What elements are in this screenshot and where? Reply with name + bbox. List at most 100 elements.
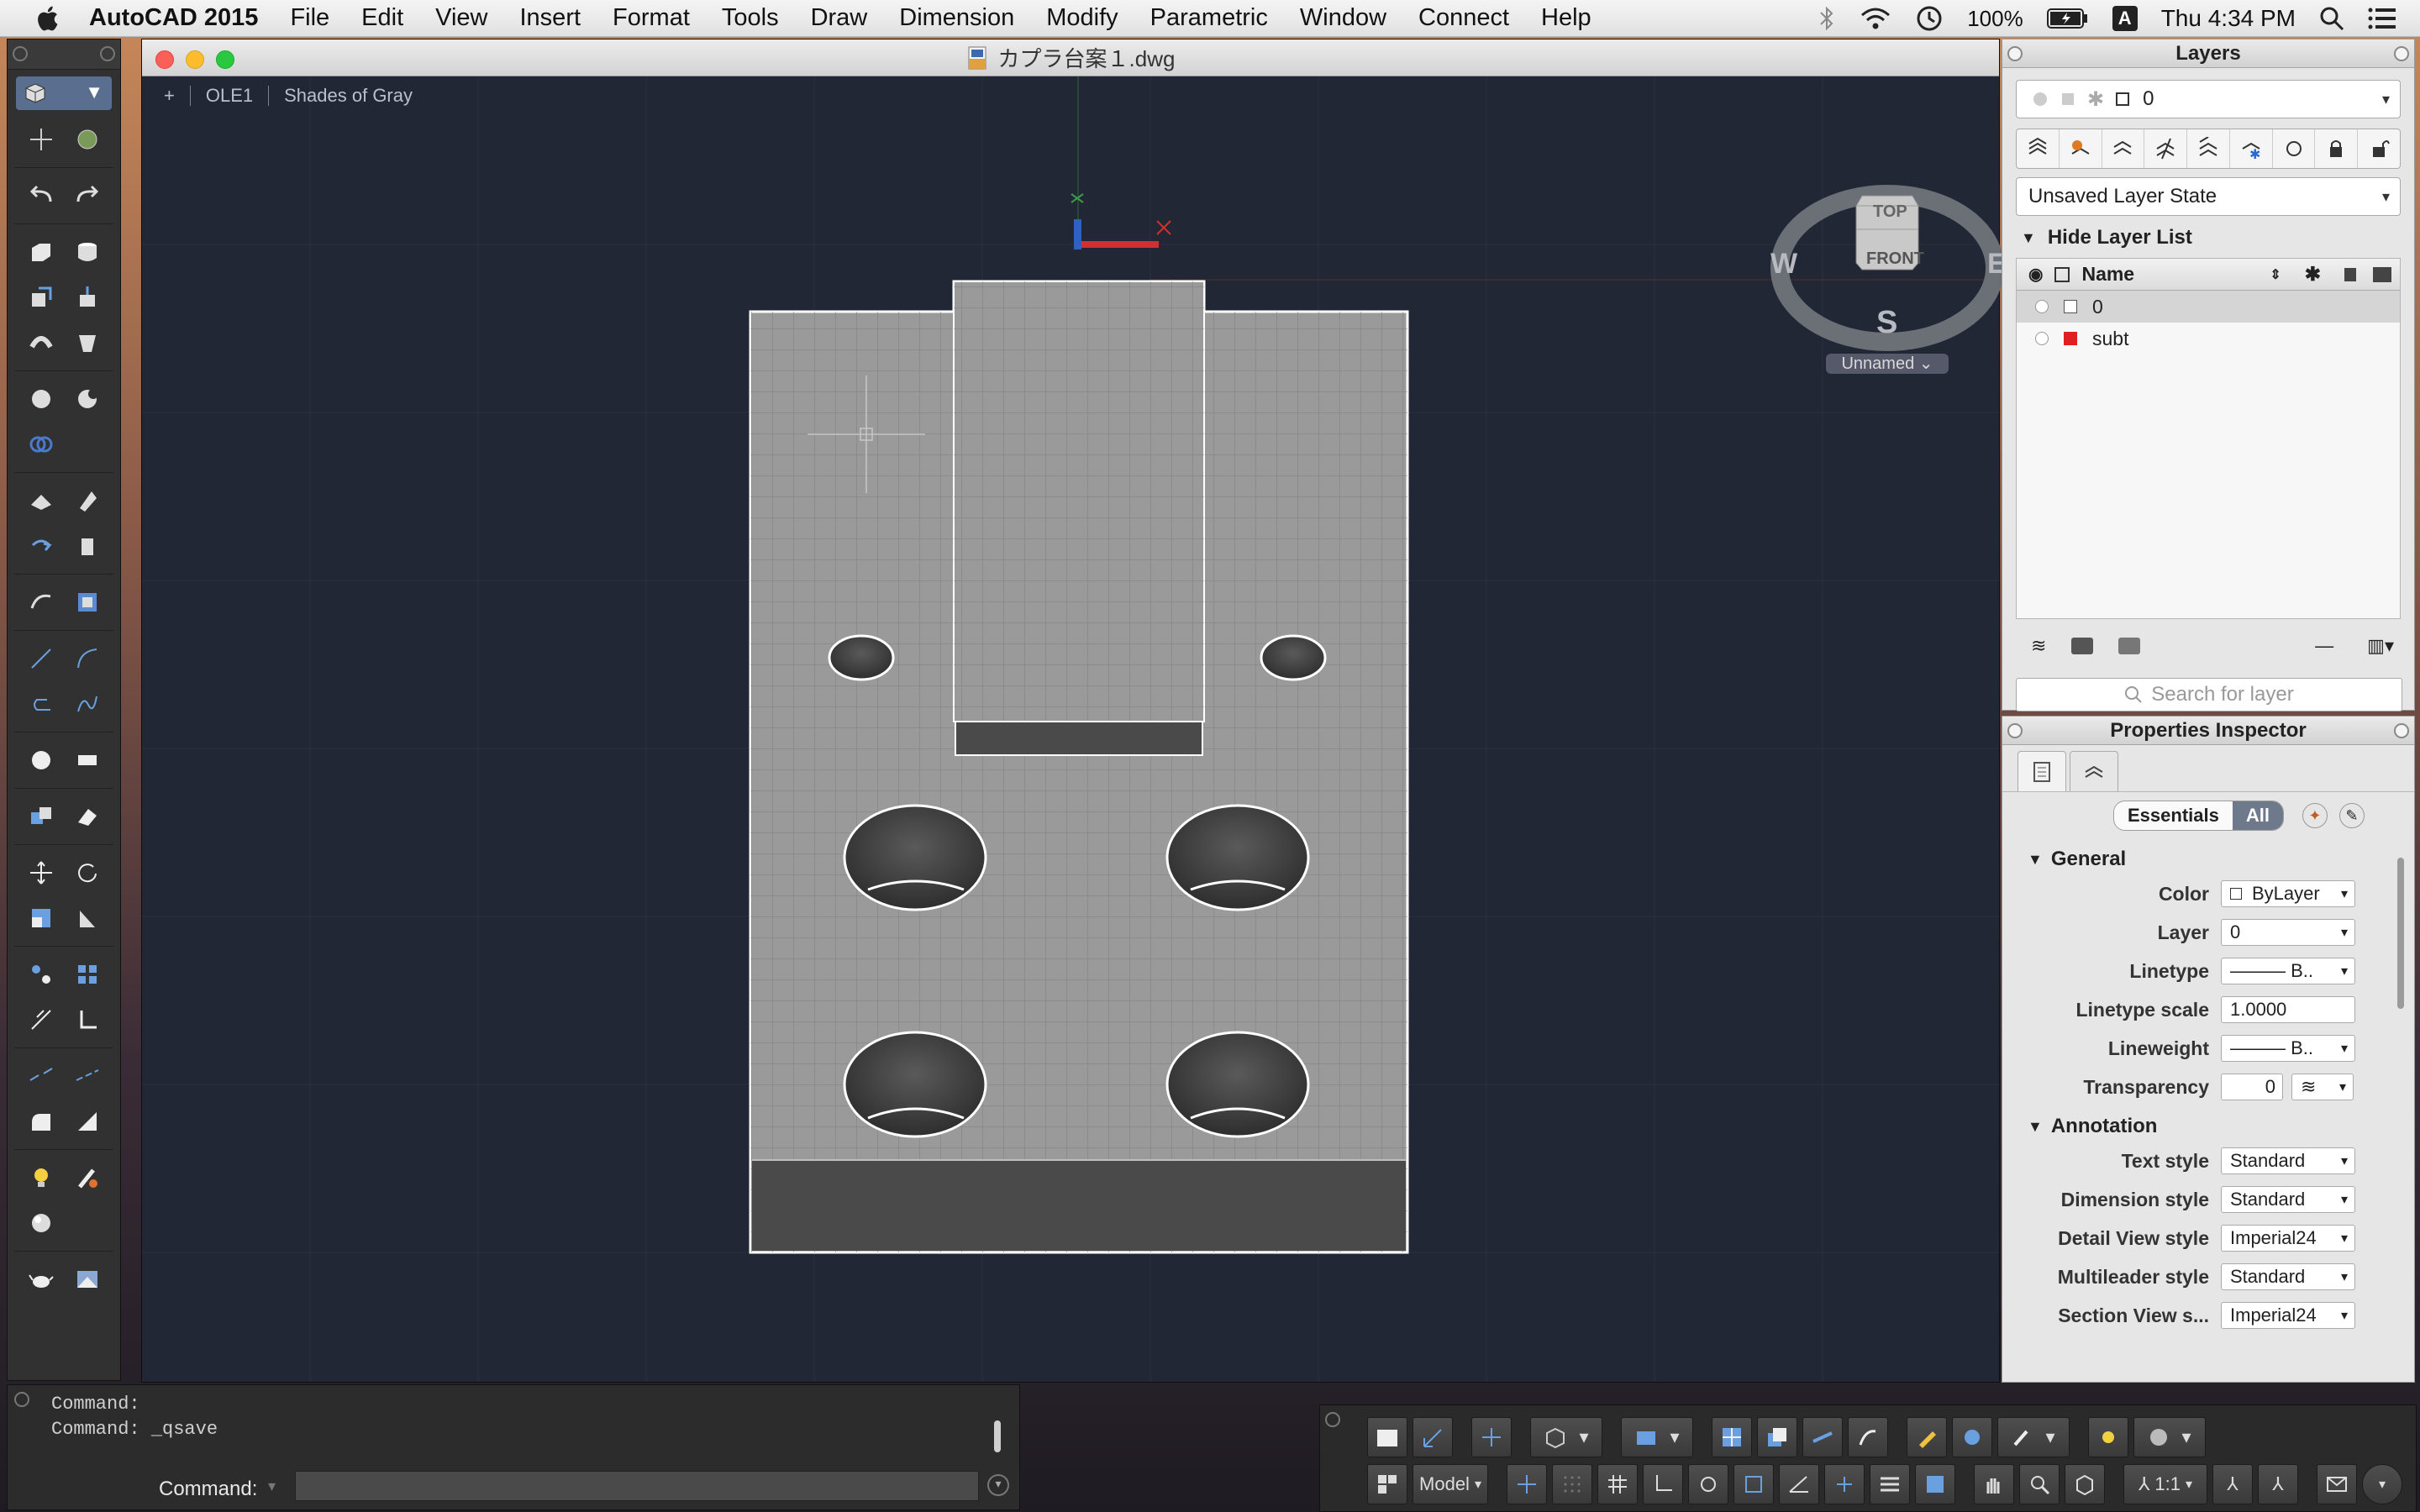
menu-draw[interactable]: Draw [811, 4, 868, 32]
cylinder-icon[interactable] [73, 238, 102, 266]
pan-hand-icon[interactable] [1974, 1464, 2014, 1504]
palette-close-icon[interactable] [13, 46, 28, 61]
fillet-icon[interactable] [27, 1107, 55, 1136]
properties-scrollbar[interactable] [2397, 858, 2404, 1009]
workspace-selector[interactable]: ▼ [16, 76, 112, 110]
join-icon[interactable] [73, 1062, 102, 1090]
spotlight-search-icon[interactable] [2319, 6, 2344, 31]
dimension-style-dropdown[interactable]: Standard ▾ [2221, 1186, 2355, 1213]
paint-icon[interactable] [1952, 1417, 1992, 1457]
columns-menu-icon[interactable]: ▥▾ [2367, 635, 2394, 657]
command-history-dropdown-icon[interactable]: ▾ [268, 1478, 276, 1496]
annotation-section-toggle[interactable]: ▼ Annotation [2028, 1115, 2414, 1138]
copy-icon[interactable] [27, 802, 55, 831]
layer-visibility-icon[interactable] [2035, 332, 2049, 345]
quick-select-icon[interactable]: ✦ [2302, 803, 2328, 828]
window-zoom-button[interactable] [216, 50, 234, 69]
notifications-icon[interactable] [2317, 1464, 2357, 1504]
array-icon[interactable] [73, 960, 102, 989]
grid-display-icon[interactable] [1552, 1464, 1592, 1504]
rotate-3d-icon[interactable] [27, 532, 55, 560]
layer-row[interactable]: 0 [2017, 291, 2400, 323]
model-space-toggle[interactable]: Model ▾ [1413, 1464, 1488, 1504]
undo-icon[interactable] [27, 181, 55, 210]
menu-view[interactable]: View [435, 4, 487, 32]
auto-scale-icon[interactable]: ⅄ [2258, 1464, 2298, 1504]
ortho-mode-icon[interactable] [1643, 1464, 1683, 1504]
essentials-option[interactable]: Essentials [2114, 801, 2233, 830]
panel-collapse-icon[interactable] [2394, 723, 2409, 738]
freeze-column-icon[interactable]: ✱ [2305, 263, 2321, 286]
status-options-icon[interactable]: ▾ [2362, 1464, 2402, 1504]
brush-icon[interactable]: ▾ [1997, 1417, 2070, 1457]
eye-icon[interactable]: ◉ [2028, 264, 2043, 285]
layer-color-swatch[interactable] [2064, 300, 2077, 313]
ucs-origin-icon[interactable] [1413, 1417, 1453, 1457]
sweep-icon[interactable] [27, 328, 55, 357]
linetype-dropdown[interactable]: ——— B.. ▾ [2221, 958, 2355, 984]
stretch-icon[interactable] [73, 904, 102, 932]
viewcube-top-face[interactable]: TOP [1873, 202, 1907, 222]
app-menu[interactable]: AutoCAD 2015 [89, 4, 258, 32]
viewport-name[interactable]: OLE1 [206, 85, 253, 107]
part-solid[interactable] [749, 280, 1409, 1254]
time-machine-icon[interactable] [1915, 4, 1944, 33]
compass-west[interactable]: W [1770, 248, 1797, 281]
command-window-close-icon[interactable] [14, 1392, 29, 1407]
section-plane-icon[interactable] [27, 588, 55, 617]
intersect-icon[interactable] [27, 430, 55, 459]
panel-close-icon[interactable] [2007, 46, 2023, 61]
hide-layer-list-toggle[interactable]: ▼ Hide Layer List [2021, 226, 2414, 249]
ucs-menu[interactable]: Unnamed ⌄ [1826, 354, 1949, 374]
layer-unlock-icon[interactable] [2358, 129, 2400, 168]
visual-style-icon[interactable]: ▾ [1530, 1417, 1602, 1457]
pick-object-icon[interactable]: ✎ [2338, 803, 2365, 828]
annotation-scale-button[interactable]: ⅄ 1:1 ▾ [2123, 1464, 2207, 1504]
layer-previous-icon[interactable] [2102, 129, 2145, 168]
loft-icon[interactable] [73, 328, 102, 357]
command-options-icon[interactable]: ▾ [987, 1474, 1009, 1496]
color-dropdown[interactable]: ByLayer ▾ [2221, 880, 2355, 907]
zoom-icon[interactable] [2019, 1464, 2060, 1504]
viewport-menu-button[interactable]: + [164, 85, 175, 107]
layer-row[interactable]: subt [2017, 323, 2400, 354]
detail-view-style-dropdown[interactable]: Imperial24 ▾ [2221, 1225, 2355, 1252]
flatshot-icon[interactable] [73, 588, 102, 617]
spline-icon[interactable] [73, 690, 102, 718]
presspull-icon[interactable] [73, 283, 102, 312]
render-window-icon[interactable] [73, 1265, 102, 1294]
snap-mode-icon[interactable] [1507, 1464, 1547, 1504]
teapot-icon[interactable] [27, 1265, 55, 1294]
object-snap-tracking-icon[interactable] [1779, 1464, 1819, 1504]
menu-insert[interactable]: Insert [520, 4, 581, 32]
layer-unisolate-icon[interactable] [2187, 129, 2230, 168]
break-icon[interactable] [27, 1062, 55, 1090]
linetype-scale-field[interactable]: 1.0000 [2221, 996, 2355, 1023]
rectangle-icon[interactable] [73, 746, 102, 774]
wifi-icon[interactable] [1860, 6, 1891, 31]
essentials-all-toggle[interactable]: Essentials All [2113, 801, 2284, 831]
chamfer-icon[interactable] [73, 1107, 102, 1136]
menu-edit[interactable]: Edit [361, 4, 403, 32]
layer-properties-icon[interactable] [2017, 129, 2060, 168]
chamfer-edge-icon[interactable] [73, 486, 102, 515]
scale-icon[interactable] [27, 904, 55, 932]
palette-collapse-icon[interactable] [100, 46, 115, 61]
menu-connect[interactable]: Connect [1418, 4, 1509, 32]
viewports-icon[interactable] [1712, 1417, 1752, 1457]
panel-collapse-icon[interactable] [2394, 46, 2409, 61]
name-column-header[interactable]: Name [2081, 263, 2270, 286]
layer-freeze-icon[interactable]: ✱ [2230, 129, 2273, 168]
menu-window[interactable]: Window [1300, 4, 1386, 32]
statusbar-close-icon[interactable] [1325, 1412, 1340, 1427]
line-tool-icon[interactable] [1802, 1417, 1843, 1457]
render-environment-icon[interactable]: ▾ [2133, 1417, 2206, 1457]
sort-icon[interactable]: ⇕ [2270, 266, 2281, 283]
lineweight-dropdown[interactable]: ——— B.. ▾ [2221, 1035, 2355, 1062]
menubar-clock[interactable]: Thu 4:34 PM [2161, 5, 2296, 32]
command-history-scrollbar[interactable] [994, 1420, 1001, 1452]
world-ucs-icon[interactable] [73, 125, 102, 154]
layer-isolate-icon[interactable] [2144, 129, 2188, 168]
grid-mode-icon[interactable] [1597, 1464, 1638, 1504]
orbit-icon[interactable] [2065, 1464, 2105, 1504]
